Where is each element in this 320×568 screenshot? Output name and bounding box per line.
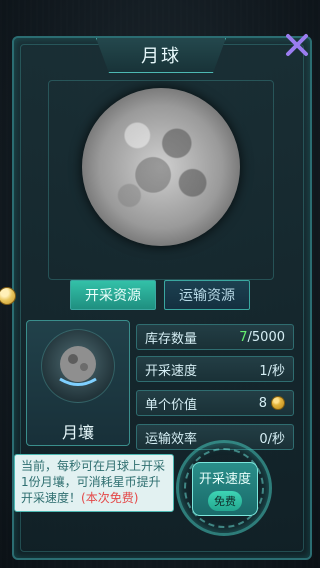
coin-icon bbox=[271, 396, 285, 410]
tab-transport-resource[interactable]: 运输资源 bbox=[164, 280, 250, 310]
stock-current: 7 bbox=[239, 329, 248, 345]
bottom-nav-faded bbox=[0, 548, 320, 568]
tab-label: 开采资源 bbox=[85, 288, 141, 304]
unit-value-number: 8 bbox=[258, 395, 267, 411]
speed-upgrade-button[interactable]: 开采速度 免费 bbox=[192, 462, 258, 516]
stat-value: 7/5000 bbox=[239, 329, 285, 345]
item-name: 月壤 bbox=[61, 423, 94, 442]
stat-value: 1/秒 bbox=[259, 363, 285, 379]
stock-max: 5000 bbox=[251, 329, 285, 345]
stat-value: 8 bbox=[259, 396, 285, 411]
speed-upgrade-wrap: 开采速度 免费 bbox=[176, 440, 272, 536]
dialog-title: 月球 bbox=[141, 46, 181, 67]
tab-label: 运输资源 bbox=[179, 288, 235, 304]
tab-mine-resource[interactable]: 开采资源 bbox=[70, 280, 156, 310]
resource-tabs: 开采资源 运输资源 bbox=[70, 280, 250, 310]
stat-label: 单个价值 bbox=[145, 397, 198, 413]
stat-row-stock: 库存数量 7/5000 bbox=[136, 324, 294, 350]
speed-upgrade-title: 开采速度 bbox=[198, 471, 251, 487]
free-badge: 免费 bbox=[208, 490, 242, 511]
stat-label: 开采速度 bbox=[145, 363, 198, 379]
moon-soil-icon bbox=[59, 346, 97, 386]
info-highlight: (本次免费) bbox=[81, 491, 139, 505]
dialog-title-bar: 月球 bbox=[96, 38, 226, 73]
item-card: 月壤 bbox=[26, 320, 130, 446]
stat-row-unit-value: 单个价值 8 bbox=[136, 390, 294, 416]
moon-image bbox=[82, 88, 240, 246]
info-tooltip: 当前，每秒可在月球上开采1份月壤，可消耗星币提升开采速度！(本次免费) bbox=[14, 454, 174, 512]
stat-label: 库存数量 bbox=[145, 331, 198, 347]
close-x-icon bbox=[286, 34, 308, 56]
close-button[interactable] bbox=[284, 32, 310, 58]
stat-row-mining-speed: 开采速度 1/秒 bbox=[136, 356, 294, 382]
item-icon-wrap bbox=[41, 329, 115, 403]
